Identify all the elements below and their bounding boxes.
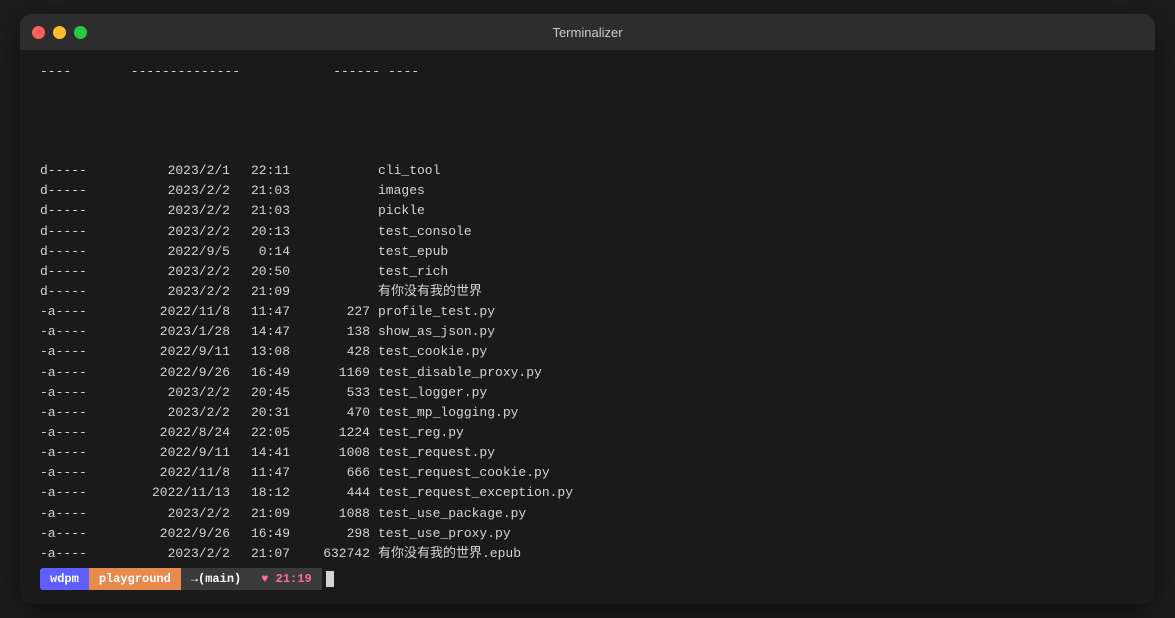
table-row: -a----2022/9/2616:491169test_disable_pro… — [40, 363, 1135, 383]
status-heart: ♥ 21:19 — [251, 568, 321, 590]
table-row: -a----2022/11/811:47666test_request_cook… — [40, 463, 1135, 483]
table-row: d-----2023/2/220:13test_console — [40, 222, 1135, 242]
maximize-button[interactable] — [74, 26, 87, 39]
table-row: d-----2022/9/5 0:14test_epub — [40, 242, 1135, 262]
table-row: -a----2023/1/2814:47138show_as_json.py — [40, 322, 1135, 342]
header-row: ---- -------------- ------ ---- — [40, 62, 1135, 82]
table-row: -a----2022/9/1113:08428test_cookie.py — [40, 342, 1135, 362]
table-row: -a----2022/11/1318:12444test_request_exc… — [40, 483, 1135, 503]
titlebar: Terminalizer — [20, 14, 1155, 50]
table-row: d-----2023/2/122:11cli_tool — [40, 161, 1135, 181]
table-row: -a----2022/8/2422:051224test_reg.py — [40, 423, 1135, 443]
status-playground: playground — [89, 568, 181, 590]
table-row: -a----2023/2/221:091088test_use_package.… — [40, 504, 1135, 524]
table-row: -a----2023/2/221:07632742有你没有我的世界.epub — [40, 544, 1135, 564]
table-row: d-----2023/2/221:03pickle — [40, 201, 1135, 221]
traffic-lights — [32, 26, 87, 39]
file-list: d-----2023/2/122:11cli_toold-----2023/2/… — [40, 161, 1135, 564]
minimize-button[interactable] — [53, 26, 66, 39]
table-row: -a----2022/9/2616:49298test_use_proxy.py — [40, 524, 1135, 544]
table-row: d-----2023/2/221:09有你没有我的世界 — [40, 282, 1135, 302]
table-row: -a----2023/2/220:31470test_mp_logging.py — [40, 403, 1135, 423]
terminal-content: ---- -------------- ------ ---- — [40, 62, 1135, 161]
table-row: d-----2023/2/221:03images — [40, 181, 1135, 201]
statusbar: wdpm playground →(main) ♥ 21:19 — [40, 564, 1135, 594]
status-wdpm: wdpm — [40, 568, 89, 590]
table-row: -a----2022/9/1114:411008test_request.py — [40, 443, 1135, 463]
cursor — [326, 571, 334, 587]
terminal-window: Terminalizer ---- -------------- ------ … — [20, 14, 1155, 604]
table-row: d-----2023/2/220:50test_rich — [40, 262, 1135, 282]
close-button[interactable] — [32, 26, 45, 39]
terminal-body: ---- -------------- ------ ---- d-----20… — [20, 50, 1155, 604]
status-branch: →(main) — [181, 568, 251, 590]
table-row: -a----2023/2/220:45533test_logger.py — [40, 383, 1135, 403]
window-title: Terminalizer — [552, 25, 622, 40]
table-row: -a----2022/11/811:47227profile_test.py — [40, 302, 1135, 322]
